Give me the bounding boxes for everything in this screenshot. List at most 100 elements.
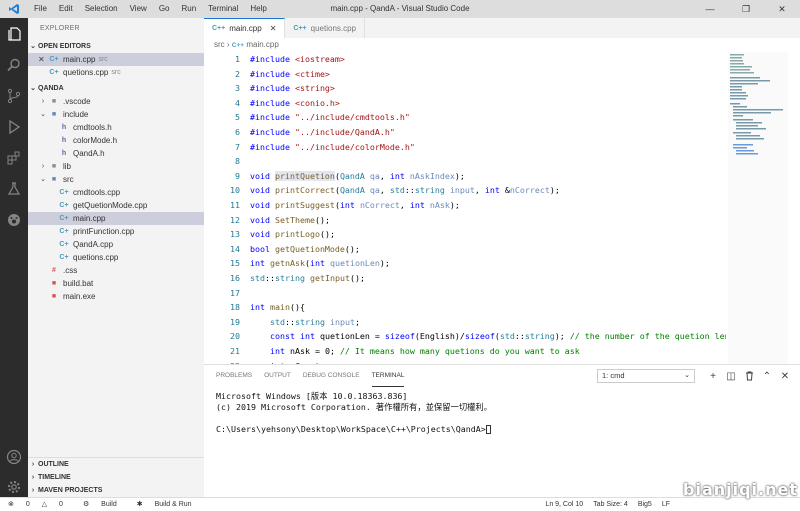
code-line[interactable]: void printSuggest(int nCorrect, int nAsk… xyxy=(250,200,460,210)
tab-terminal[interactable]: TERMINAL xyxy=(371,365,405,387)
code-line[interactable]: void printQuetion(QandA qa, int nAskInde… xyxy=(250,170,465,181)
search-icon[interactable] xyxy=(0,49,28,80)
tab-size[interactable]: Tab Size: 4 xyxy=(593,501,628,508)
tree-file[interactable]: C+ cmdtools.cpp xyxy=(28,186,204,199)
breadcrumb-folder[interactable]: src xyxy=(214,40,225,49)
build-run-button[interactable]: ✱ Build & Run xyxy=(137,500,202,508)
tree-folder[interactable]: › ■ .vscode xyxy=(28,95,204,108)
tree-file[interactable]: # .css xyxy=(28,264,204,277)
cursor-position[interactable]: Ln 9, Col 10 xyxy=(545,501,583,508)
code-editor[interactable]: 1 #include <iostream> 2 #include <ctime> 3 #i… xyxy=(204,52,726,364)
menu-edit[interactable]: Edit xyxy=(53,0,79,18)
chevron-right-icon: › xyxy=(41,98,45,105)
code-line[interactable]: #include <iostream> xyxy=(250,54,345,64)
trash-icon[interactable] xyxy=(740,368,758,384)
open-editor-item[interactable]: C+ quetions.cpp src xyxy=(28,66,204,79)
menu-help[interactable]: Help xyxy=(244,0,272,18)
breadcrumb: src › C++ main.cpp xyxy=(204,38,800,52)
code-line[interactable]: const int quetionLen = sizeof(English)/s… xyxy=(250,331,726,341)
menu-view[interactable]: View xyxy=(124,0,153,18)
minimize-icon[interactable]: — xyxy=(692,0,728,18)
account-icon[interactable] xyxy=(0,441,28,472)
tree-file[interactable]: C+ quetions.cpp xyxy=(28,251,204,264)
tree-file[interactable]: h colorMode.h xyxy=(28,134,204,147)
code-line[interactable]: std::string input; xyxy=(250,317,360,327)
menu-run[interactable]: Run xyxy=(175,0,202,18)
tab-quetions-cpp[interactable]: C++ quetions.cpp xyxy=(285,18,366,38)
tree-file[interactable]: h QandA.h xyxy=(28,147,204,160)
open-editors-header[interactable]: ⌄ OPEN EDITORS xyxy=(28,40,204,53)
cpp-file-icon: C+ xyxy=(59,254,69,261)
code-line[interactable]: std::string getInput(); xyxy=(250,273,365,283)
close-panel-icon[interactable]: ✕ xyxy=(776,368,794,384)
project-header[interactable]: ⌄ QANDA xyxy=(28,82,204,95)
code-line[interactable]: int nAsk = 0; // It means how many queti… xyxy=(250,346,580,356)
code-line[interactable]: #include "../include/colorMode.h" xyxy=(250,142,415,152)
explorer-icon[interactable] xyxy=(0,18,28,49)
menu-file[interactable]: File xyxy=(28,0,53,18)
tab-problems[interactable]: PROBLEMS xyxy=(216,365,252,387)
menu-bar: File Edit Selection View Go Run Terminal… xyxy=(28,0,273,18)
tree-folder[interactable]: › ■ lib xyxy=(28,160,204,173)
code-line[interactable]: void printLogo(); xyxy=(250,229,335,239)
remote-paw-icon[interactable] xyxy=(0,204,28,235)
tree-file[interactable]: C+ printFunction.cpp xyxy=(28,225,204,238)
close-icon[interactable]: ✕ xyxy=(38,53,48,66)
restore-icon[interactable]: ❐ xyxy=(728,0,764,18)
terminal-select[interactable]: 1: cmd ⌄ xyxy=(597,369,695,383)
maximize-panel-icon[interactable]: ⌃ xyxy=(758,368,776,384)
code-line[interactable]: #include <conio.h> xyxy=(250,98,340,108)
terminal-line: (c) 2019 Microsoft Corporation. 著作權所有，並保… xyxy=(216,402,493,412)
tree-folder[interactable]: ⌄ ■ include xyxy=(28,108,204,121)
code-line[interactable]: bool getQuetionMode(); xyxy=(250,244,360,254)
code-line[interactable]: #include <string> xyxy=(250,83,335,93)
close-icon[interactable]: ✕ xyxy=(270,24,277,33)
tree-file[interactable]: C+ main.cpp xyxy=(28,212,204,225)
terminal-line: Microsoft Windows [版本 10.0.18363.836] xyxy=(216,391,408,401)
tree-file[interactable]: C+ getQuetionMode.cpp xyxy=(28,199,204,212)
tab-debug-console[interactable]: DEBUG CONSOLE xyxy=(303,365,360,387)
tree-item-label: QandA.cpp xyxy=(73,240,114,249)
breadcrumb-file[interactable]: main.cpp xyxy=(246,40,278,49)
folder-icon: ■ xyxy=(51,98,57,105)
menu-selection[interactable]: Selection xyxy=(79,0,124,18)
cpp-file-icon: C++ xyxy=(231,42,245,49)
new-terminal-plus-icon[interactable]: + xyxy=(704,368,722,384)
tree-file[interactable]: ■ build.bat xyxy=(28,277,204,290)
cpp-file-icon: C+ xyxy=(59,228,69,235)
end-of-line[interactable]: LF xyxy=(662,501,670,508)
open-editor-item[interactable]: ✕ C+ main.cpp src xyxy=(28,53,204,66)
code-line[interactable]: int getnAsk(int quetionLen); xyxy=(250,258,390,268)
code-line[interactable]: #include <ctime> xyxy=(250,69,330,79)
tree-file[interactable]: h cmdtools.h xyxy=(28,121,204,134)
extensions-icon[interactable] xyxy=(0,142,28,173)
testing-flask-icon[interactable] xyxy=(0,173,28,204)
menu-go[interactable]: Go xyxy=(153,0,176,18)
split-terminal-icon[interactable]: ◫ xyxy=(722,368,740,384)
tree-file[interactable]: C+ QandA.cpp xyxy=(28,238,204,251)
code-line[interactable]: #include "../include/cmdtools.h" xyxy=(250,112,410,122)
problems-indicator[interactable]: ⊗ 0 △ 0 xyxy=(8,500,73,508)
cpp-file-icon: C+ xyxy=(49,69,59,76)
code-line[interactable]: void printCorrect(QandA qa, std::string … xyxy=(250,185,560,195)
maven-projects-section[interactable]: › MAVEN PROJECTS xyxy=(28,484,204,497)
tab-output[interactable]: OUTPUT xyxy=(264,365,291,387)
tab-main-cpp[interactable]: C++ main.cpp ✕ xyxy=(204,18,286,38)
minimap[interactable] xyxy=(728,52,788,364)
timeline-section[interactable]: › TIMELINE xyxy=(28,471,204,484)
build-button[interactable]: ⚙ Build xyxy=(83,500,127,508)
code-line[interactable]: #include "../include/QandA.h" xyxy=(250,127,395,137)
file-encoding[interactable]: Big5 xyxy=(638,501,652,508)
build-run-label: Build & Run xyxy=(154,501,192,508)
tree-file[interactable]: ■ main.exe xyxy=(28,290,204,303)
terminal-output[interactable]: Microsoft Windows [版本 10.0.18363.836] (c)… xyxy=(216,391,492,435)
code-line[interactable]: int main(){ xyxy=(250,302,305,312)
menu-terminal[interactable]: Terminal xyxy=(202,0,244,18)
code-line[interactable]: void SetTheme(); xyxy=(250,215,330,225)
tree-folder[interactable]: ⌄ ■ src xyxy=(28,173,204,186)
terminal-panel: PROBLEMS OUTPUT DEBUG CONSOLE TERMINAL 1… xyxy=(204,364,800,497)
outline-section[interactable]: › OUTLINE xyxy=(28,458,204,471)
run-debug-icon[interactable] xyxy=(0,111,28,142)
source-control-icon[interactable] xyxy=(0,80,28,111)
close-icon[interactable]: ✕ xyxy=(764,0,800,18)
